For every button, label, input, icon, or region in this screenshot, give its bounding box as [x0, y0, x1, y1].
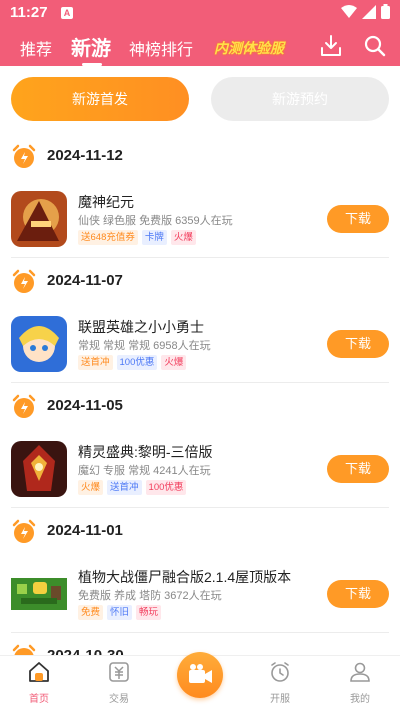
divider	[11, 382, 389, 383]
segment-reservation[interactable]: 新游预约	[211, 77, 389, 121]
nav-profile[interactable]: 我的	[330, 660, 390, 705]
date-header: 2024-11-12	[0, 140, 400, 176]
date-header: 2024-11-05	[0, 390, 400, 426]
game-tag: 怀旧	[107, 605, 133, 620]
notification-a-icon: A	[61, 7, 73, 19]
download-button[interactable]: 下载	[327, 330, 389, 358]
alarm-clock-icon	[12, 269, 36, 293]
game-tag: 送首冲	[107, 480, 142, 495]
search-icon[interactable]	[363, 34, 387, 58]
trade-icon	[109, 662, 129, 682]
nav-label: 我的	[350, 694, 370, 705]
game-tags: 免费 怀旧 畅玩	[78, 605, 162, 620]
segment-new-release[interactable]: 新游首发	[11, 77, 189, 121]
game-meta: 免费版 养成 塔防 3672人在玩	[78, 590, 222, 602]
nav-label: 首页	[29, 694, 49, 705]
download-button[interactable]: 下载	[327, 580, 389, 608]
game-name: 魔神纪元	[78, 194, 134, 210]
status-time: 11:27	[10, 4, 48, 21]
date-header: 2024-11-07	[0, 265, 400, 301]
tab-recommend[interactable]: 推荐	[20, 36, 52, 60]
game-thumbnail	[11, 441, 67, 497]
active-tab-indicator	[82, 63, 102, 66]
date-header: 2024-11-01	[0, 515, 400, 551]
game-name: 联盟英雄之小小勇士	[78, 319, 204, 335]
game-tags: 送首冲 100优惠 火爆	[78, 355, 187, 370]
header-tabs: 推荐 新游 神榜排行 内测体验服	[0, 30, 400, 66]
game-tags: 火爆 送首冲 100优惠	[78, 480, 187, 495]
nav-trade[interactable]: 交易	[89, 660, 149, 705]
download-button[interactable]: 下载	[327, 455, 389, 483]
tab-promo-test-server[interactable]: 内测体验服	[214, 38, 284, 58]
release-date: 2024-11-12	[47, 147, 123, 164]
nav-server-open[interactable]: 开服	[250, 660, 310, 705]
game-tag: 畅玩	[136, 605, 162, 620]
game-thumbnail	[11, 566, 67, 622]
alarm-clock-icon	[12, 394, 36, 418]
signal-icon	[362, 4, 376, 19]
release-date: 2024-11-01	[47, 522, 123, 539]
game-tag: 送648充值券	[78, 230, 138, 245]
download-icon[interactable]	[319, 34, 343, 58]
game-item[interactable]: 联盟英雄之小小勇士 常规 常规 常规 6958人在玩 送首冲 100优惠 火爆 …	[0, 316, 400, 376]
game-tag: 火爆	[170, 230, 196, 245]
video-icon	[189, 664, 212, 683]
game-thumbnail	[11, 191, 67, 247]
tab-ranking[interactable]: 神榜排行	[129, 36, 193, 60]
game-tag: 火爆	[78, 480, 104, 495]
game-meta: 魔幻 专服 常规 4241人在玩	[78, 465, 211, 477]
game-tags: 送648充值券 卡牌 火爆	[78, 230, 196, 245]
release-date: 2024-11-05	[47, 397, 123, 414]
nav-video[interactable]	[177, 652, 223, 698]
home-icon	[29, 662, 49, 682]
game-name: 精灵盛典:黎明-三倍版	[78, 444, 213, 460]
divider	[11, 507, 389, 508]
wifi-icon	[341, 4, 357, 18]
alarm-clock-icon	[12, 519, 36, 543]
game-thumbnail	[11, 316, 67, 372]
game-item[interactable]: 魔神纪元 仙侠 绿色服 免费版 6359人在玩 送648充值券 卡牌 火爆 下载	[0, 191, 400, 251]
user-icon	[350, 662, 370, 682]
game-tag: 火爆	[161, 355, 187, 370]
game-meta: 常规 常规 常规 6958人在玩	[78, 340, 211, 352]
status-bar: 11:27 A	[0, 0, 400, 28]
alarm-clock-icon	[271, 662, 289, 682]
top-header: 11:27 A 推荐 新游 神榜排行 内测体验服	[0, 0, 400, 66]
game-tag: 100优惠	[145, 480, 187, 495]
nav-label: 交易	[109, 694, 129, 705]
nav-home[interactable]: 首页	[9, 660, 69, 705]
game-tag: 免费	[78, 605, 104, 620]
divider	[11, 632, 389, 633]
tab-new-games[interactable]: 新游	[71, 32, 111, 61]
game-tag: 送首冲	[78, 355, 113, 370]
game-item[interactable]: 精灵盛典:黎明-三倍版 魔幻 专服 常规 4241人在玩 火爆 送首冲 100优…	[0, 441, 400, 501]
game-name: 植物大战僵尸融合版2.1.4屋顶版本	[78, 569, 292, 585]
game-tag: 100优惠	[116, 355, 158, 370]
battery-icon	[381, 4, 390, 19]
game-meta: 仙侠 绿色服 免费版 6359人在玩	[78, 215, 233, 227]
page: 11:27 A 推荐 新游 神榜排行 内测体验服 新游首发 新游预约 2024-…	[0, 0, 400, 711]
alarm-clock-icon	[12, 144, 36, 168]
game-item[interactable]: 植物大战僵尸融合版2.1.4屋顶版本 免费版 养成 塔防 3672人在玩 免费 …	[0, 566, 400, 626]
nav-label: 开服	[270, 694, 290, 705]
release-date: 2024-11-07	[47, 272, 123, 289]
system-icons	[341, 4, 390, 19]
bottom-navigation: 首页 交易 开服 我的	[0, 652, 400, 711]
divider	[11, 257, 389, 258]
download-button[interactable]: 下载	[327, 205, 389, 233]
game-tag: 卡牌	[141, 230, 167, 245]
